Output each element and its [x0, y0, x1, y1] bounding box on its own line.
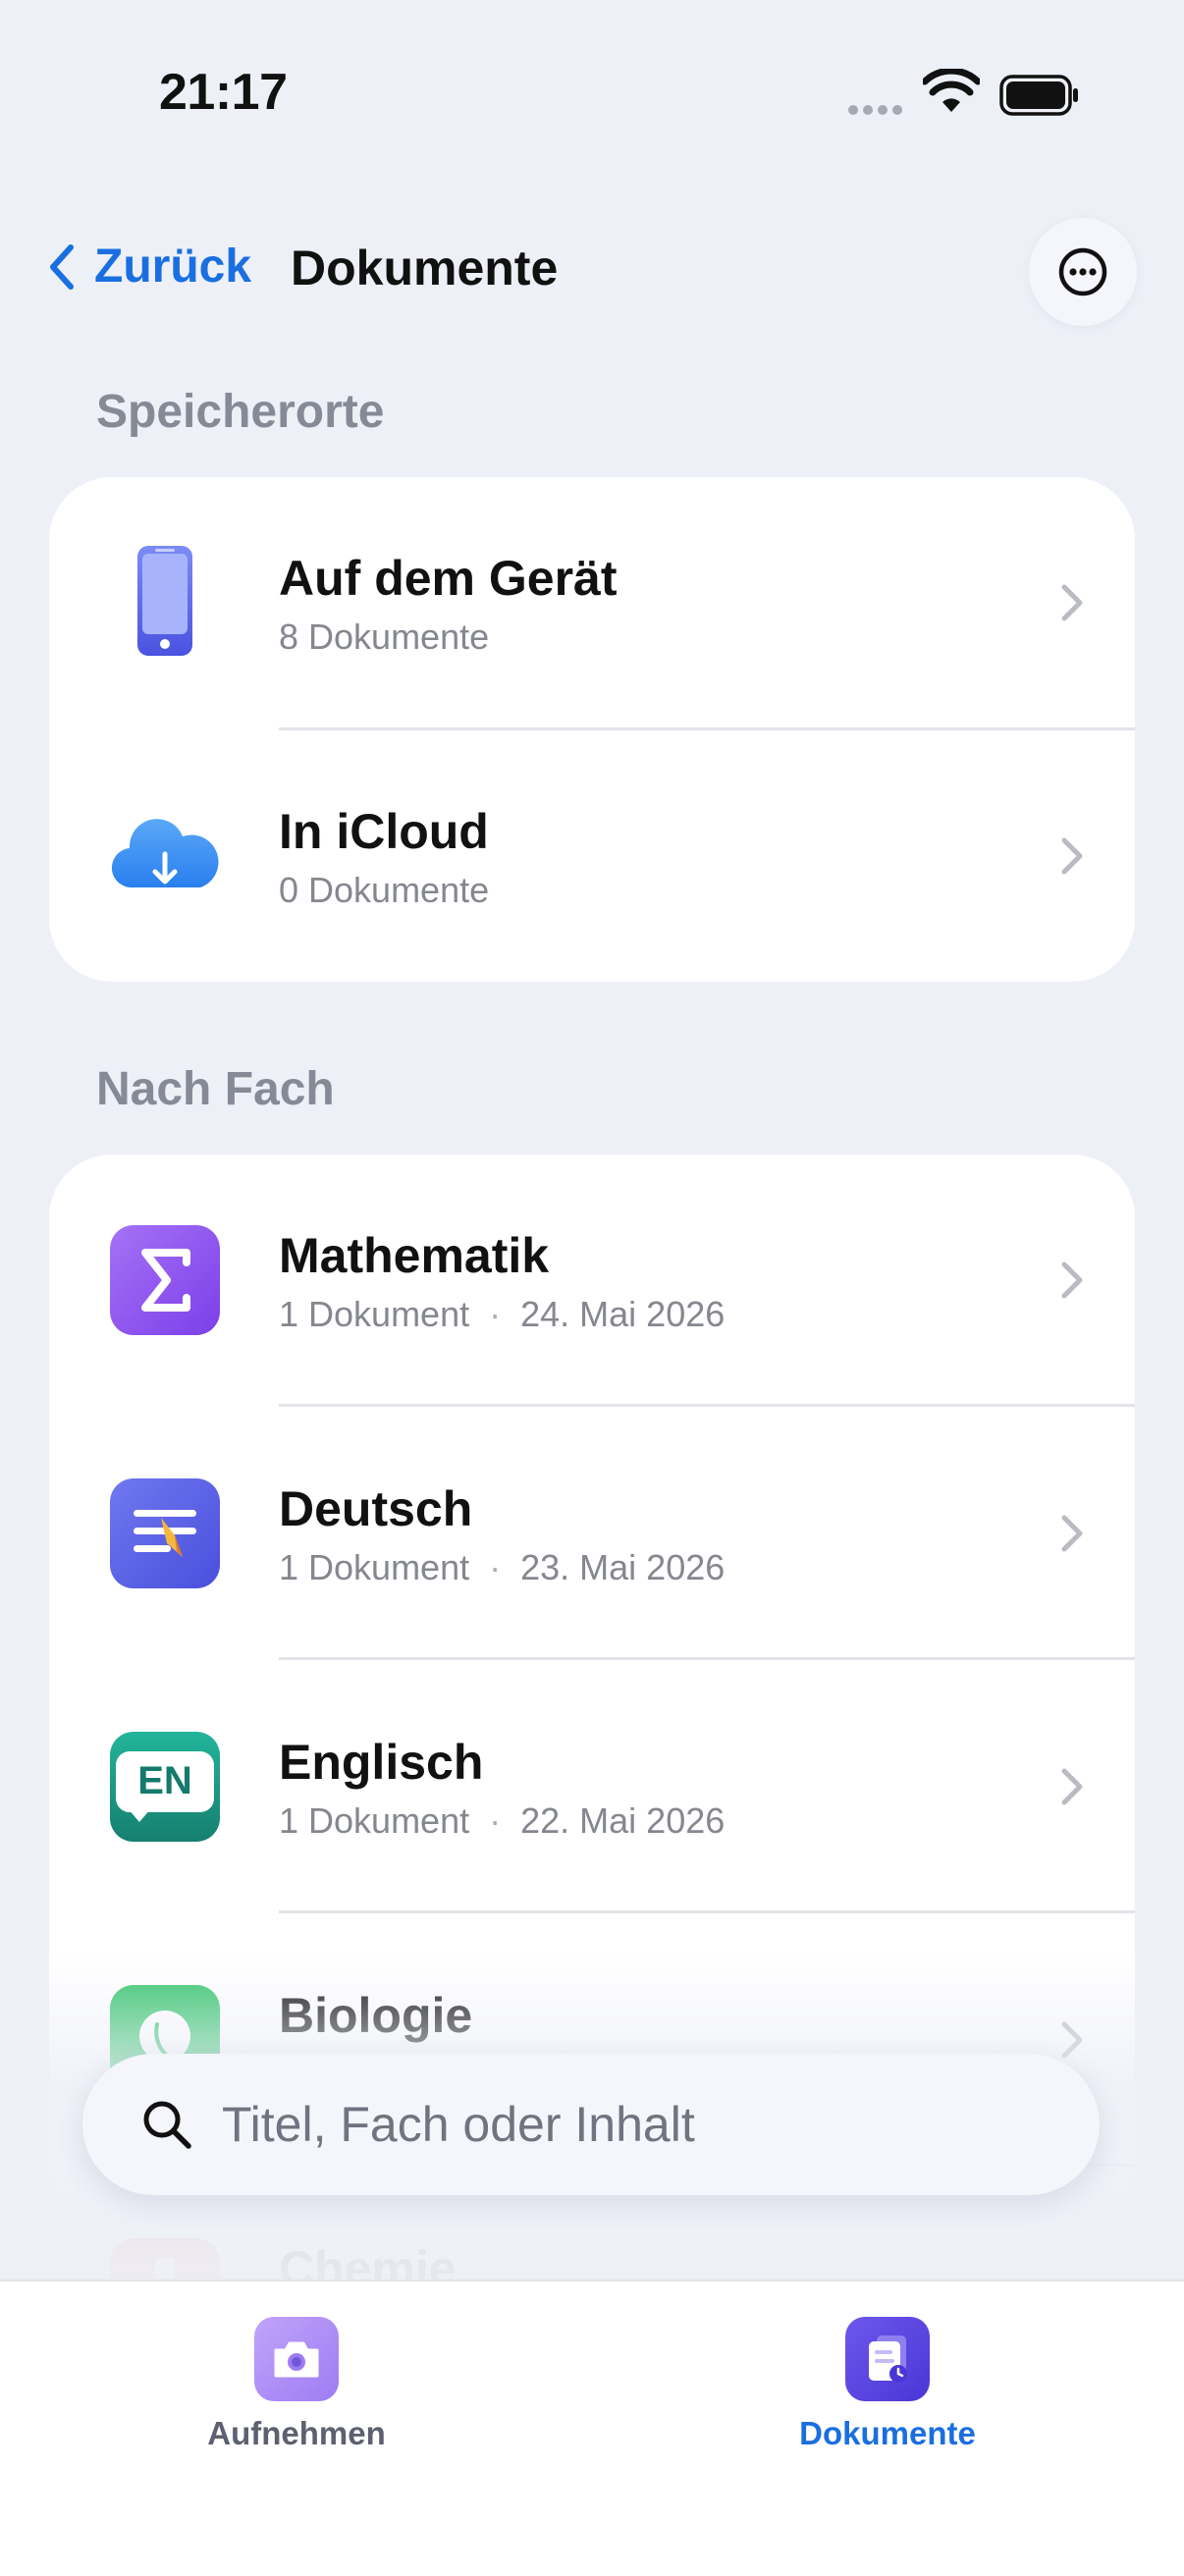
back-button[interactable]: Zurück: [47, 240, 251, 294]
subjects-card: Mathematik 1 Dokument · 24. Mai 2026 Deuts…: [49, 1154, 1135, 2431]
row-count: 1 Dokument: [279, 1547, 470, 1587]
ellipsis-circle-icon: [1058, 247, 1107, 296]
row-count: 8 Dokumente: [279, 617, 490, 657]
text-pencil-icon: [110, 1478, 220, 1588]
chevron-right-icon: [1061, 1261, 1083, 1299]
location-row-device[interactable]: Auf dem Gerät 8 Dokumente: [49, 477, 1135, 730]
documents-icon: [845, 2317, 930, 2401]
row-meta: 1 Dokument · 24. Mai 2026: [279, 1294, 726, 1334]
tab-dokumente[interactable]: Dokumente: [740, 2317, 1035, 2452]
tab-label: Aufnehmen: [207, 2415, 386, 2451]
chevron-right-icon: [1061, 837, 1083, 875]
row-title: Auf dem Gerät: [279, 551, 618, 606]
section-header-locations: Speicherorte: [96, 386, 385, 438]
subject-row-mathematik[interactable]: Mathematik 1 Dokument · 24. Mai 2026: [49, 1154, 1135, 1408]
section-header-subjects: Nach Fach: [96, 1063, 335, 1115]
locations-card: Auf dem Gerät 8 Dokumente In iCloud 0 Do…: [49, 477, 1135, 982]
search-bar[interactable]: [82, 2054, 1100, 2195]
navigation-bar: Zurück Dokumente: [0, 216, 1184, 334]
wifi-icon: [923, 69, 980, 112]
row-title: Englisch: [279, 1735, 484, 1790]
row-title: Deutsch: [279, 1481, 473, 1536]
chevron-right-icon: [1061, 1515, 1083, 1552]
page-title: Dokumente: [291, 241, 559, 295]
chevron-right-icon: [1061, 1768, 1083, 1805]
row-title: In iCloud: [279, 804, 489, 859]
subject-row-deutsch[interactable]: Deutsch 1 Dokument · 23. Mai 2026: [49, 1408, 1135, 1661]
phone-icon: [137, 546, 192, 656]
search-input[interactable]: [220, 2095, 1068, 2154]
row-count: 1 Dokument: [279, 1800, 470, 1841]
tab-bar: Aufnehmen Dokumente: [0, 2280, 1184, 2576]
row-divider: [279, 1657, 1135, 1660]
chevron-left-icon: [50, 243, 74, 290]
row-date: 23. Mai 2026: [520, 1547, 726, 1587]
cloud-download-icon: [111, 819, 219, 888]
search-icon: [143, 2101, 191, 2149]
row-title: Mathematik: [279, 1228, 550, 1283]
row-title: Biologie: [279, 1988, 473, 2043]
en-speech-bubble-icon: EN: [110, 1732, 220, 1842]
battery-icon: [999, 75, 1078, 116]
location-row-icloud[interactable]: In iCloud 0 Dokumente: [49, 730, 1135, 982]
tab-aufnehmen[interactable]: Aufnehmen: [149, 2317, 444, 2452]
tab-label: Dokumente: [799, 2415, 976, 2451]
more-options-button[interactable]: [1029, 218, 1137, 326]
status-bar: 21:17: [0, 0, 1184, 196]
row-date: 22. Mai 2026: [520, 1800, 726, 1841]
row-count: 0 Dokumente: [279, 870, 490, 910]
chevron-right-icon: [1061, 2021, 1083, 2059]
row-meta: 1 Dokument · 23. Mai 2026: [279, 1547, 726, 1587]
camera-icon: [254, 2317, 339, 2401]
cellular-signal-icon: [848, 102, 907, 115]
row-count: 1 Dokument: [279, 1294, 470, 1334]
row-divider: [279, 1404, 1135, 1407]
chevron-right-icon: [1061, 584, 1083, 621]
back-label: Zurück: [94, 241, 252, 293]
row-divider: [279, 1910, 1135, 1913]
row-date: 24. Mai 2026: [520, 1294, 726, 1334]
status-time: 21:17: [159, 64, 288, 121]
subject-row-englisch[interactable]: EN Englisch 1 Dokument · 22. Mai 2026: [49, 1661, 1135, 1914]
en-icon-label: EN: [137, 1759, 192, 1802]
row-meta: 1 Dokument · 22. Mai 2026: [279, 1800, 726, 1841]
sigma-icon: [110, 1225, 220, 1335]
